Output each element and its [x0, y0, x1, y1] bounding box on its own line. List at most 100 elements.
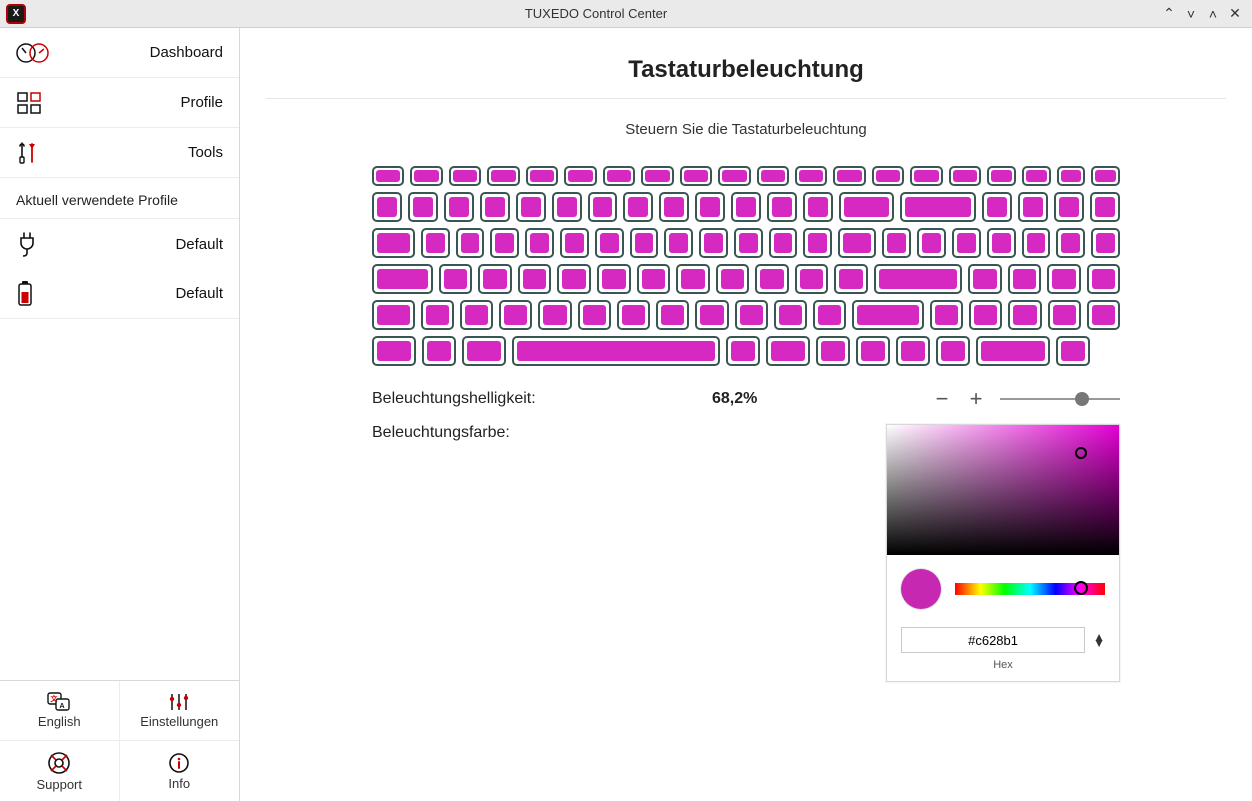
titlebar: TUXEDO Control Center ⌃ ˅ ˄ ✕ — [0, 0, 1252, 28]
title-separator — [266, 98, 1226, 99]
window-shade-button[interactable]: ⌃ — [1158, 3, 1180, 25]
keyboard-key — [372, 166, 404, 186]
sidebar-profile-battery[interactable]: Default — [0, 269, 239, 319]
sidebar-item-tools[interactable]: Tools — [0, 128, 239, 178]
sidebar-footer-label: English — [38, 714, 81, 729]
hex-format-stepper[interactable]: ▲▼ — [1093, 634, 1105, 646]
language-icon: 文 A — [47, 692, 71, 712]
keyboard-key — [656, 300, 689, 330]
keyboard-key — [516, 192, 546, 222]
keyboard-key — [525, 228, 554, 258]
keyboard-key — [930, 300, 963, 330]
keyboard-key — [816, 336, 850, 366]
keyboard-key — [718, 166, 750, 186]
window-close-button[interactable]: ✕ — [1224, 3, 1246, 25]
keyboard-key — [1056, 228, 1085, 258]
keyboard-key — [976, 336, 1050, 366]
sidebar-footer-language[interactable]: 文 A English — [0, 681, 120, 741]
keyboard-key — [726, 336, 760, 366]
keyboard-key — [597, 264, 631, 294]
backlight-color-label: Beleuchtungsfarbe: — [372, 424, 712, 442]
saturation-value-cursor[interactable] — [1075, 447, 1087, 459]
keyboard-visual — [372, 166, 1120, 366]
sidebar-profile-ac[interactable]: Default — [0, 219, 239, 269]
keyboard-key — [872, 166, 904, 186]
keyboard-key — [372, 264, 433, 294]
hue-cursor[interactable] — [1074, 581, 1088, 595]
keyboard-key — [490, 228, 519, 258]
keyboard-key — [1022, 166, 1051, 186]
battery-icon — [16, 280, 56, 308]
hue-slider[interactable] — [955, 583, 1105, 595]
sidebar-item-profile[interactable]: Profile — [0, 78, 239, 128]
sidebar-footer-info[interactable]: Info — [120, 741, 240, 801]
sidebar-footer-label: Support — [36, 777, 82, 792]
keyboard-key — [1018, 192, 1048, 222]
keyboard-key — [734, 228, 763, 258]
brightness-decrease-button[interactable]: − — [932, 388, 952, 410]
sliders-icon — [167, 692, 191, 712]
main-content: Tastaturbeleuchtung Steuern Sie die Tast… — [240, 28, 1252, 801]
keyboard-key — [372, 300, 415, 330]
keyboard-key — [588, 192, 618, 222]
keyboard-key — [538, 300, 571, 330]
keyboard-key — [1091, 228, 1120, 258]
sidebar-item-label: Tools — [56, 144, 223, 161]
window-minimize-button[interactable]: ˅ — [1180, 3, 1202, 25]
tools-icon — [16, 140, 56, 166]
keyboard-key — [1087, 264, 1121, 294]
keyboard-key — [557, 264, 591, 294]
brightness-slider[interactable] — [1000, 398, 1120, 400]
sidebar-item-dashboard[interactable]: Dashboard — [0, 28, 239, 78]
sidebar-footer-support[interactable]: Support — [0, 741, 120, 801]
keyboard-key — [968, 264, 1002, 294]
keyboard-key — [564, 166, 596, 186]
keyboard-key — [422, 336, 456, 366]
keyboard-key — [813, 300, 846, 330]
keyboard-key — [969, 300, 1002, 330]
keyboard-key — [833, 166, 865, 186]
color-picker: ▲▼ Hex — [886, 424, 1120, 682]
keyboard-key — [803, 228, 832, 258]
keyboard-key — [695, 192, 725, 222]
sidebar-footer-settings[interactable]: Einstellungen — [120, 681, 240, 741]
window-title: TUXEDO Control Center — [34, 6, 1158, 21]
sidebar-footer: 文 A English Einstell — [0, 680, 239, 801]
keyboard-key — [852, 300, 924, 330]
keyboard-key — [1091, 166, 1120, 186]
keyboard-key — [518, 264, 552, 294]
svg-text:文: 文 — [51, 694, 59, 703]
keyboard-key — [1008, 300, 1041, 330]
hex-input[interactable] — [901, 627, 1085, 653]
profile-icon — [16, 91, 56, 115]
keyboard-key — [372, 336, 416, 366]
keyboard-key — [757, 166, 789, 186]
keyboard-key — [449, 166, 481, 186]
keyboard-key — [526, 166, 558, 186]
keyboard-key — [982, 192, 1012, 222]
profile-label: Default — [56, 285, 223, 302]
dashboard-icon — [16, 41, 56, 65]
keyboard-key — [987, 166, 1016, 186]
sidebar-item-label: Dashboard — [56, 44, 223, 61]
keyboard-key — [856, 336, 890, 366]
keyboard-key — [936, 336, 970, 366]
window-maximize-button[interactable]: ˄ — [1202, 3, 1224, 25]
brightness-slider-thumb[interactable] — [1075, 392, 1089, 406]
hex-type-label: Hex — [887, 659, 1119, 681]
keyboard-key — [499, 300, 532, 330]
brightness-increase-button[interactable]: + — [966, 388, 986, 410]
keyboard-key — [623, 192, 653, 222]
keyboard-key — [949, 166, 981, 186]
keyboard-key — [630, 228, 659, 258]
saturation-value-area[interactable] — [887, 425, 1119, 555]
keyboard-key — [560, 228, 589, 258]
keyboard-key — [410, 166, 442, 186]
keyboard-key — [874, 264, 962, 294]
keyboard-key — [917, 228, 946, 258]
plug-icon — [16, 230, 56, 258]
keyboard-key — [795, 166, 827, 186]
sidebar-item-label: Profile — [56, 94, 223, 111]
keyboard-key — [767, 192, 797, 222]
keyboard-key — [795, 264, 829, 294]
